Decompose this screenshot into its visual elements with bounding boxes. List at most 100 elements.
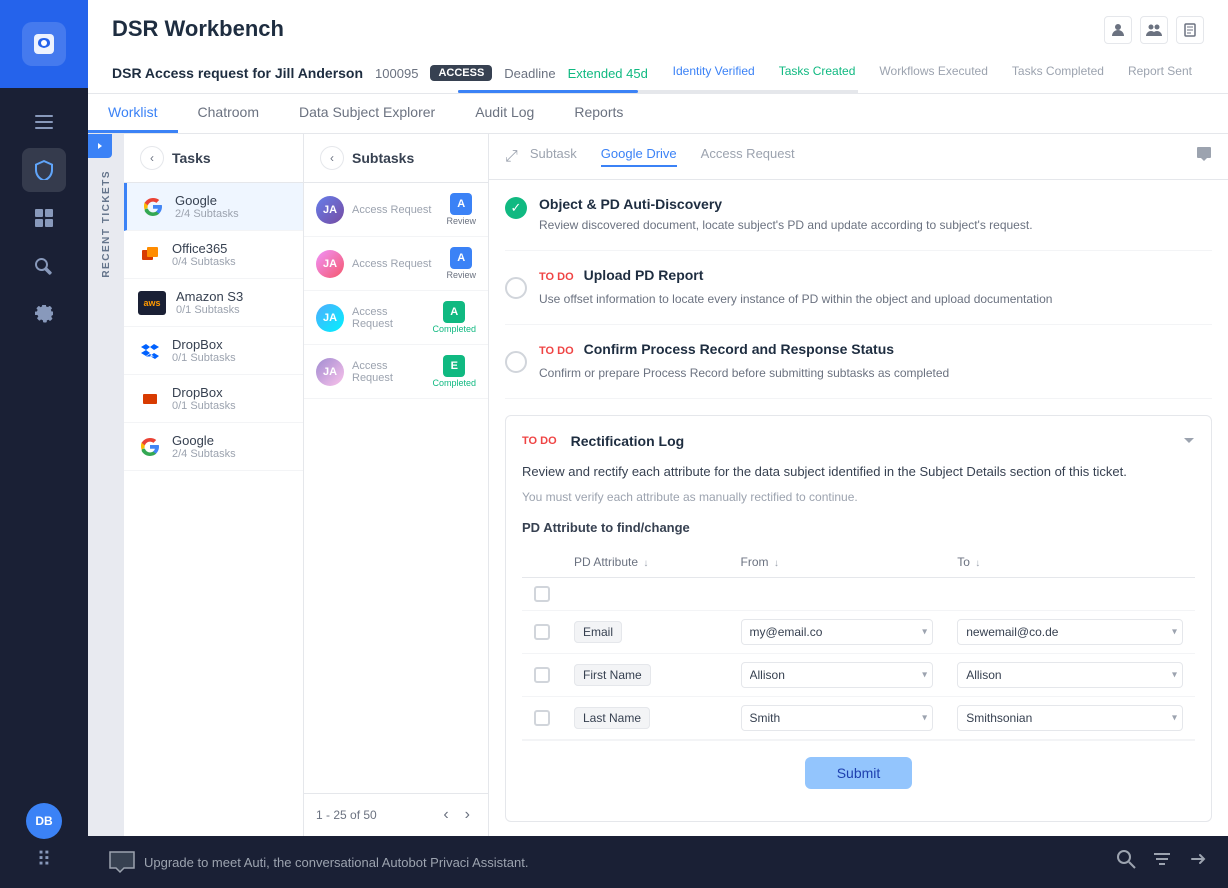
from-firstname-select[interactable]: Allison ▾ <box>741 662 934 688</box>
pagination-next[interactable]: › <box>459 804 476 826</box>
task-item[interactable]: Google 2/4 Subtasks <box>124 423 303 471</box>
task-subtasks: 0/1 Subtasks <box>172 400 289 412</box>
to-email-select[interactable]: newemail@co.de ▾ <box>957 619 1183 645</box>
search-icon[interactable] <box>1116 849 1136 875</box>
ticket-actions <box>1104 16 1204 44</box>
task-item[interactable]: DropBox 0/1 Subtasks <box>124 327 303 375</box>
subtask-badge-2: A Review <box>446 247 476 280</box>
sidebar-nav <box>22 88 66 803</box>
submit-button[interactable]: Submit <box>805 757 913 789</box>
sort-arrow-to: ↓ <box>975 558 980 569</box>
rect-note: You must verify each attribute as manual… <box>522 490 1195 504</box>
subtask-item[interactable]: JA Access Request Access Request A Revie… <box>304 183 488 237</box>
from-email-select[interactable]: my@email.co ▾ <box>741 619 934 645</box>
subtask-avatar-1: JA <box>316 196 344 224</box>
step-identity-verified[interactable]: Identity Verified <box>661 60 767 86</box>
col-check <box>522 547 562 578</box>
tab-chatroom[interactable]: Chatroom <box>178 94 279 133</box>
tab-google-drive[interactable]: Google Drive <box>601 146 677 167</box>
sort-arrow-from: ↓ <box>774 558 779 569</box>
task-logo-aws: aws <box>138 291 166 315</box>
to-firstname-select[interactable]: Allison ▾ <box>957 662 1183 688</box>
tasks-back-btn[interactable]: ‹ <box>140 146 164 170</box>
task-item[interactable]: Google 2/4 Subtasks <box>124 183 303 231</box>
table-row: Email my@email.co ▾ <box>522 610 1195 653</box>
row-checkbox-1[interactable] <box>534 667 550 683</box>
task-name: Google <box>172 433 289 448</box>
bottom-chat: Upgrade to meet Auti, the conversational… <box>108 850 528 874</box>
three-column-layout: ‹ Tasks Google 2/4 Subtasks <box>124 134 1228 836</box>
user-action-btn[interactable] <box>1104 16 1132 44</box>
task-name: Amazon S3 <box>176 289 289 304</box>
subtasks-back-btn[interactable]: ‹ <box>320 146 344 170</box>
subtask-badge-1: A Review <box>446 193 476 226</box>
to-lastname-select[interactable]: Smithsonian ▾ <box>957 705 1183 731</box>
subtask-type: Access Request <box>352 204 438 216</box>
task-logo-office <box>138 243 162 267</box>
sidebar-collapse-btn[interactable] <box>88 134 112 158</box>
detail-panel: ⤢ Subtask Google Drive Access Request <box>489 134 1228 836</box>
task-item[interactable]: aws Amazon S3 0/1 Subtasks <box>124 279 303 327</box>
pagination-prev[interactable]: ‹ <box>437 804 454 826</box>
row-checkbox-header[interactable] <box>534 586 550 602</box>
header: DSR Workbench DSR Access request for Jil… <box>88 0 1228 94</box>
task-item[interactable]: Office365 0/4 Subtasks <box>124 231 303 279</box>
arrow-right-icon[interactable] <box>1188 849 1208 875</box>
pagination-info: 1 - 25 of 50 <box>316 808 377 822</box>
from-lastname-select[interactable]: Smith ▾ <box>741 705 934 731</box>
sidebar-menu-icon[interactable] <box>22 100 66 144</box>
sidebar-settings-icon[interactable] <box>22 292 66 336</box>
attr-email-badge: Email <box>574 621 622 643</box>
step-report-sent[interactable]: Report Sent <box>1116 60 1204 86</box>
sidebar-dashboard-icon[interactable] <box>22 196 66 240</box>
tab-data-subject[interactable]: Data Subject Explorer <box>279 94 455 133</box>
step-workflows[interactable]: Workflows Executed <box>867 60 1000 86</box>
tab-access-request[interactable]: Access Request <box>701 146 795 167</box>
recent-tickets-label: RECENT TICKETS <box>101 170 112 278</box>
header-top-row: DSR Workbench <box>112 16 1204 60</box>
task-info: Google 2/4 Subtasks <box>175 193 289 220</box>
subtask-item[interactable]: JA Access Request A Completed <box>304 291 488 345</box>
sort-arrow-attr: ↓ <box>643 558 648 569</box>
row-checkbox-2[interactable] <box>534 710 550 726</box>
expand-icon[interactable]: ⤢ <box>505 148 518 166</box>
progress-steps: Identity Verified Tasks Created Workflow… <box>661 60 1204 86</box>
sidebar-shield-icon[interactable] <box>22 148 66 192</box>
task-item[interactable]: DropBox 0/1 Subtasks <box>124 375 303 423</box>
tab-audit-log[interactable]: Audit Log <box>455 94 554 133</box>
row-checkbox-0[interactable] <box>534 624 550 640</box>
deadline-status: Extended 45d <box>568 66 648 81</box>
subtask-avatar-3: JA <box>316 304 344 332</box>
todo-title-row: TO DO Confirm Process Record and Respons… <box>539 341 1212 361</box>
subtask-item[interactable]: JA Access Request A Review <box>304 237 488 291</box>
tab-worklist[interactable]: Worklist <box>88 94 178 133</box>
subtask-item[interactable]: JA Access Request E Completed <box>304 345 488 399</box>
main-area: DSR Workbench DSR Access request for Jil… <box>88 0 1228 888</box>
comment-icon[interactable] <box>1196 146 1212 167</box>
tab-reports[interactable]: Reports <box>554 94 643 133</box>
tasks-header-content: ‹ Tasks <box>140 146 211 170</box>
tab-subtask[interactable]: Subtask <box>530 146 577 167</box>
badge-letter: A <box>450 193 472 215</box>
subtask-info: Access Request <box>352 306 424 330</box>
subtask-info: Access Request <box>352 360 424 384</box>
rect-collapse-btn[interactable] <box>1183 432 1195 450</box>
check-todo-icon-2 <box>505 351 527 373</box>
document-action-btn[interactable] <box>1176 16 1204 44</box>
deadline-label: Deadline <box>504 66 555 81</box>
rectification-header: TO DO Rectification Log <box>522 432 1195 450</box>
check-todo-icon-1 <box>505 277 527 299</box>
sidebar-dots-icon[interactable]: ⠿ <box>37 847 52 872</box>
step-tasks-completed[interactable]: Tasks Completed <box>1000 60 1116 86</box>
task-logo-google1 <box>141 195 165 219</box>
sidebar-tools-icon[interactable] <box>22 244 66 288</box>
user-avatar[interactable]: DB <box>26 803 62 839</box>
filter-icon[interactable] <box>1152 849 1172 875</box>
task-detail-desc: Review discovered document, locate subje… <box>539 216 1212 234</box>
task-subtasks: 0/4 Subtasks <box>172 256 289 268</box>
rectification-section: TO DO Rectification Log Review and recti… <box>505 415 1212 822</box>
step-tasks-created[interactable]: Tasks Created <box>767 60 868 86</box>
task-detail-title: Object & PD Auti-Discovery <box>539 196 1212 212</box>
task-detail-todo-2: TO DO Confirm Process Record and Respons… <box>505 341 1212 399</box>
group-action-btn[interactable] <box>1140 16 1168 44</box>
